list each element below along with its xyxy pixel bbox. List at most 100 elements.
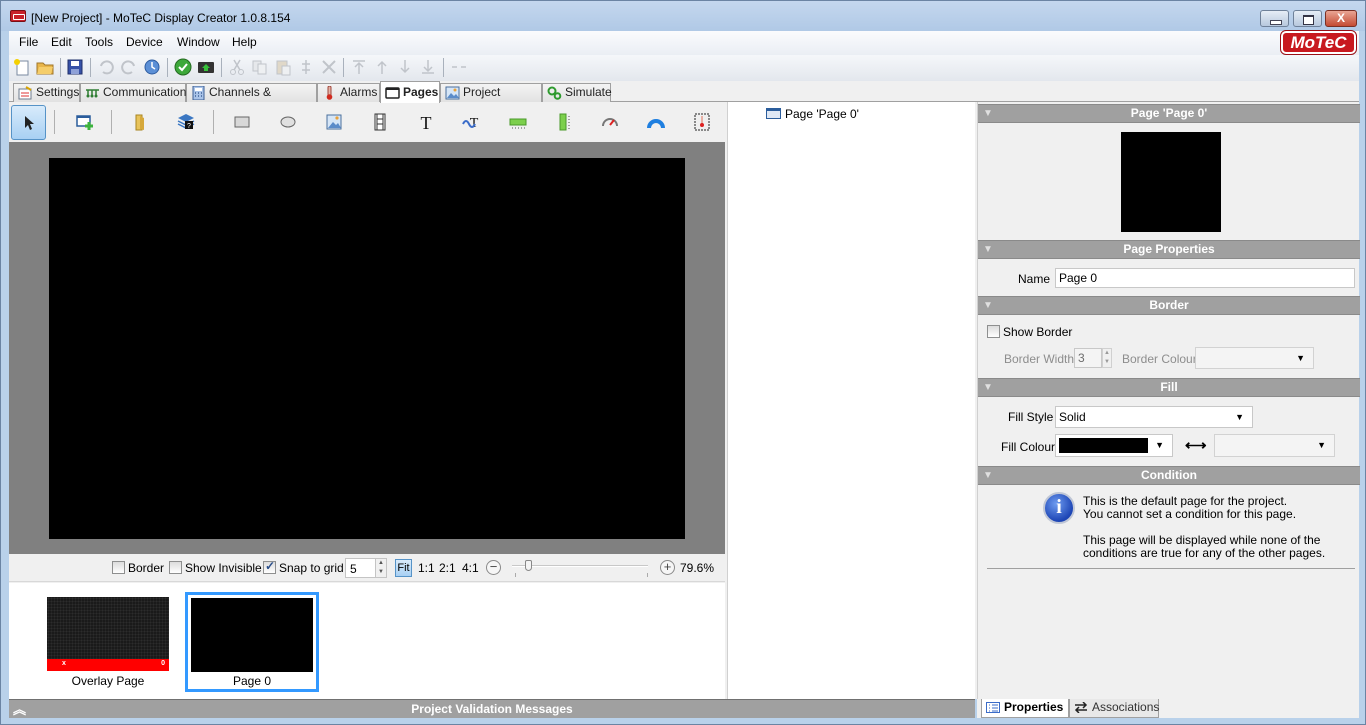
horizontal-bar-icon[interactable] [508,112,528,132]
divider [987,568,1355,569]
undo-icon[interactable] [97,58,115,76]
gauge-icon[interactable] [600,112,620,132]
tab-settings[interactable]: Settings [13,83,80,102]
help-stack-icon[interactable]: ? [176,112,196,132]
border-width-spinner[interactable]: ▲ ▼ [1102,348,1112,368]
rectangle-icon[interactable] [232,112,252,132]
menu-device[interactable]: Device [126,35,163,49]
tab-label: Alarms [340,85,378,99]
tree-item-page-0[interactable]: Page 'Page 0' [766,107,859,121]
redo-icon[interactable] [120,58,138,76]
fill-style-dropdown[interactable]: Solid ▼ [1055,406,1253,428]
grid-size-stepper[interactable]: 5 ▲ ▼ [345,558,387,578]
menu-help[interactable]: Help [232,35,257,49]
delete-icon[interactable] [320,58,338,76]
swap-colours-icon[interactable]: ⟷ [1185,436,1207,454]
snap-to-grid-checkbox[interactable] [263,559,276,574]
zoom-1-1-button[interactable]: 1:1 [418,561,435,575]
tab-channels-functions[interactable]: Channels & Functions [186,83,317,116]
border-colour-dropdown[interactable]: ▼ [1195,347,1314,369]
new-icon[interactable] [13,58,31,76]
show-border-label: Show Border [1003,325,1073,339]
zoom-slider[interactable] [512,565,648,567]
move-down-icon[interactable] [396,58,414,76]
tab-associations[interactable]: Associations [1069,699,1159,718]
refresh-icon[interactable] [143,58,161,76]
tab-simulate[interactable]: Simulate [542,83,612,102]
pointer-tool[interactable] [11,105,46,140]
maximize-button[interactable] [1293,10,1322,27]
zoom-2-1-button[interactable]: 2:1 [439,561,456,575]
tab-communications[interactable]: Communications [80,83,192,102]
zoom-percent: 79.6% [680,561,715,575]
arc-icon[interactable] [646,112,666,132]
app-window: [New Project] - MoTeC Display Creator 1.… [0,0,1366,725]
paste-icon[interactable] [274,58,292,76]
border-checkbox[interactable] [112,561,125,574]
send-to-back-icon[interactable] [419,58,437,76]
send-to-device-icon[interactable] [197,58,215,76]
menu-tools[interactable]: Tools [85,35,113,49]
link-icon[interactable] [450,58,468,76]
canvas-area[interactable] [9,142,725,554]
validation-bar[interactable]: ︽ Project Validation Messages [9,699,975,718]
ellipse-icon[interactable] [278,112,298,132]
paste-special-icon[interactable] [297,58,315,76]
svg-text:T: T [470,116,479,131]
tab-alarms[interactable]: Alarms [317,83,380,102]
fill-colour-2-dropdown[interactable]: ▼ [1214,434,1335,457]
section-border[interactable]: ▼ Border [978,296,1360,315]
border-width-label: Border Width [1004,352,1075,366]
section-fill[interactable]: ▼ Fill [978,378,1360,397]
name-input[interactable]: Page 0 [1055,268,1355,288]
menu-edit[interactable]: Edit [51,35,72,49]
menu-window[interactable]: Window [177,35,220,49]
expand-icon[interactable]: ︽ [13,701,26,719]
tab-label: Properties [1004,700,1064,714]
fill-colour-dropdown[interactable]: ▼ [1055,434,1173,457]
film-icon[interactable] [370,112,390,132]
menu-file[interactable]: File [19,35,38,49]
cut-icon[interactable] [228,58,246,76]
text-icon[interactable]: T [416,112,436,132]
chevron-down-icon: ▼ [1155,440,1164,450]
minimize-button[interactable] [1260,10,1289,27]
bring-to-front-icon[interactable] [350,58,368,76]
tab-project-images[interactable]: Project Images [440,83,542,116]
folder-icon[interactable] [131,112,151,132]
section-page-properties[interactable]: ▼ Page Properties [978,240,1360,259]
save-icon[interactable] [66,58,84,76]
vertical-bar-icon[interactable] [554,112,574,132]
text-wave-icon[interactable]: T [462,112,482,132]
zoom-slider-thumb[interactable] [525,560,533,571]
border-width-input[interactable]: 3 [1074,348,1102,368]
page-canvas[interactable] [49,158,685,539]
image-tool-icon[interactable] [324,112,344,132]
open-icon[interactable] [36,58,54,76]
fit-button[interactable]: Fit [395,559,412,577]
thumbnail-page-0[interactable]: Page 0 [185,592,319,692]
collapse-icon: ▼ [983,382,993,393]
zoom-in-button[interactable]: + [660,560,675,575]
show-border-checkbox[interactable] [987,325,1000,338]
tree-item-label: Page 'Page 0' [785,107,859,121]
tab-pages[interactable]: Pages [380,81,440,103]
move-up-icon[interactable] [373,58,391,76]
zoom-out-button[interactable]: − [486,560,501,575]
communications-icon [86,89,99,98]
section-page-header[interactable]: ▼ Page 'Page 0' [978,104,1360,123]
section-title: Border [1149,298,1189,312]
spin-arrows[interactable]: ▲ ▼ [375,559,386,577]
close-button[interactable]: X [1325,10,1357,27]
tab-properties[interactable]: Properties [981,699,1069,718]
thermometer-frame-icon[interactable] [692,112,712,132]
show-invisible-checkbox[interactable] [169,561,182,574]
zoom-4-1-button[interactable]: 4:1 [462,561,479,575]
check-icon[interactable] [174,58,192,76]
add-page-icon[interactable] [75,112,95,132]
fill-colour-label: Fill Colour [1001,440,1056,454]
copy-icon[interactable] [251,58,269,76]
border-label: Border [128,561,165,575]
thumbnail-overlay-page[interactable]: x 0 Overlay Page [45,595,171,691]
section-condition[interactable]: ▼ Condition [978,466,1360,485]
